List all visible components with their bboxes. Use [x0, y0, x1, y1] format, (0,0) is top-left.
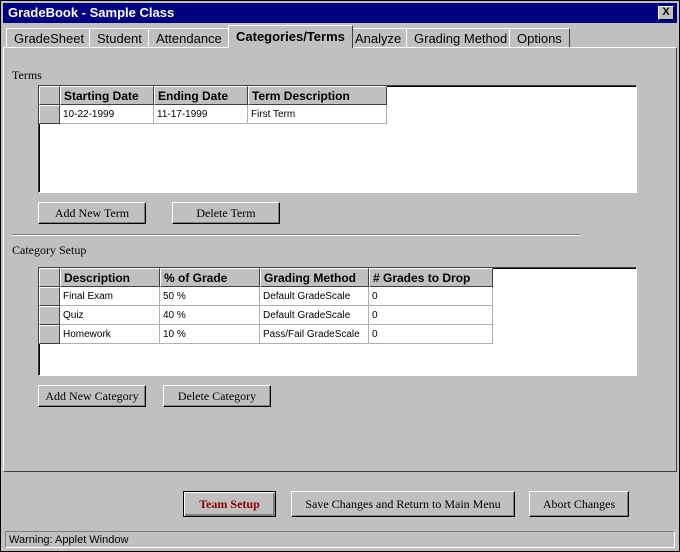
save-return-button[interactable]: Save Changes and Return to Main Menu [291, 491, 515, 517]
category-table[interactable]: Description % of Grade Grading Method # … [38, 267, 637, 376]
terms-col-term-description[interactable]: Term Description [248, 86, 387, 105]
add-new-category-button[interactable]: Add New Category [38, 385, 146, 407]
gradebook-window: GradeBook - Sample Class X GradeSheet St… [0, 0, 680, 552]
category-row-header[interactable] [39, 325, 60, 344]
table-cell[interactable]: 0 [369, 325, 493, 344]
tab-grading-method[interactable]: Grading Method [406, 28, 516, 48]
category-row-header[interactable] [39, 287, 60, 306]
table-cell[interactable]: Default GradeScale [260, 287, 369, 306]
delete-term-button[interactable]: Delete Term [172, 202, 280, 224]
table-cell[interactable]: Homework [60, 325, 160, 344]
table-cell[interactable]: 10 % [160, 325, 260, 344]
terms-col-starting-date[interactable]: Starting Date [60, 86, 154, 105]
category-col-description[interactable]: Description [60, 268, 160, 287]
tab-options[interactable]: Options [509, 28, 570, 48]
table-cell[interactable]: First Term [248, 105, 387, 124]
table-cell[interactable]: 40 % [160, 306, 260, 325]
title-bar[interactable]: GradeBook - Sample Class X [3, 3, 677, 23]
tab-categories-terms[interactable]: Categories/Terms [228, 25, 353, 48]
table-cell[interactable]: 0 [369, 306, 493, 325]
tab-gradesheet[interactable]: GradeSheet [6, 28, 93, 48]
table-cell[interactable]: Final Exam [60, 287, 160, 306]
table-cell[interactable]: Default GradeScale [260, 306, 369, 325]
add-new-term-button[interactable]: Add New Term [38, 202, 146, 224]
tab-student[interactable]: Student [89, 28, 150, 48]
table-cell[interactable]: Pass/Fail GradeScale [260, 325, 369, 344]
terms-corner-header [39, 86, 60, 105]
table-cell[interactable]: 10-22-1999 [60, 105, 154, 124]
category-col-grading-method[interactable]: Grading Method [260, 268, 369, 287]
terms-section-label: Terms [12, 68, 42, 82]
close-icon[interactable]: X [658, 6, 674, 20]
abort-changes-button[interactable]: Abort Changes [529, 491, 629, 517]
terms-row-header[interactable] [39, 105, 60, 124]
category-row-header[interactable] [39, 306, 60, 325]
tab-attendance[interactable]: Attendance [148, 28, 230, 48]
section-divider [11, 234, 581, 236]
team-setup-button[interactable]: Team Setup [183, 491, 276, 517]
terms-table[interactable]: Starting Date Ending Date Term Descripti… [38, 85, 637, 193]
category-section-label: Category Setup [12, 243, 87, 257]
category-col-percent-of-grade[interactable]: % of Grade [160, 268, 260, 287]
status-bar: Warning: Applet Window [5, 531, 675, 548]
tab-analyze[interactable]: Analyze [347, 28, 410, 48]
category-col-grades-to-drop[interactable]: # Grades to Drop [369, 268, 493, 287]
table-cell[interactable]: 0 [369, 287, 493, 306]
table-cell[interactable]: 11-17-1999 [154, 105, 248, 124]
delete-category-button[interactable]: Delete Category [163, 385, 271, 407]
category-corner-header [39, 268, 60, 287]
window-title: GradeBook - Sample Class [8, 5, 175, 20]
table-cell[interactable]: 50 % [160, 287, 260, 306]
terms-col-ending-date[interactable]: Ending Date [154, 86, 248, 105]
table-cell[interactable]: Quiz [60, 306, 160, 325]
